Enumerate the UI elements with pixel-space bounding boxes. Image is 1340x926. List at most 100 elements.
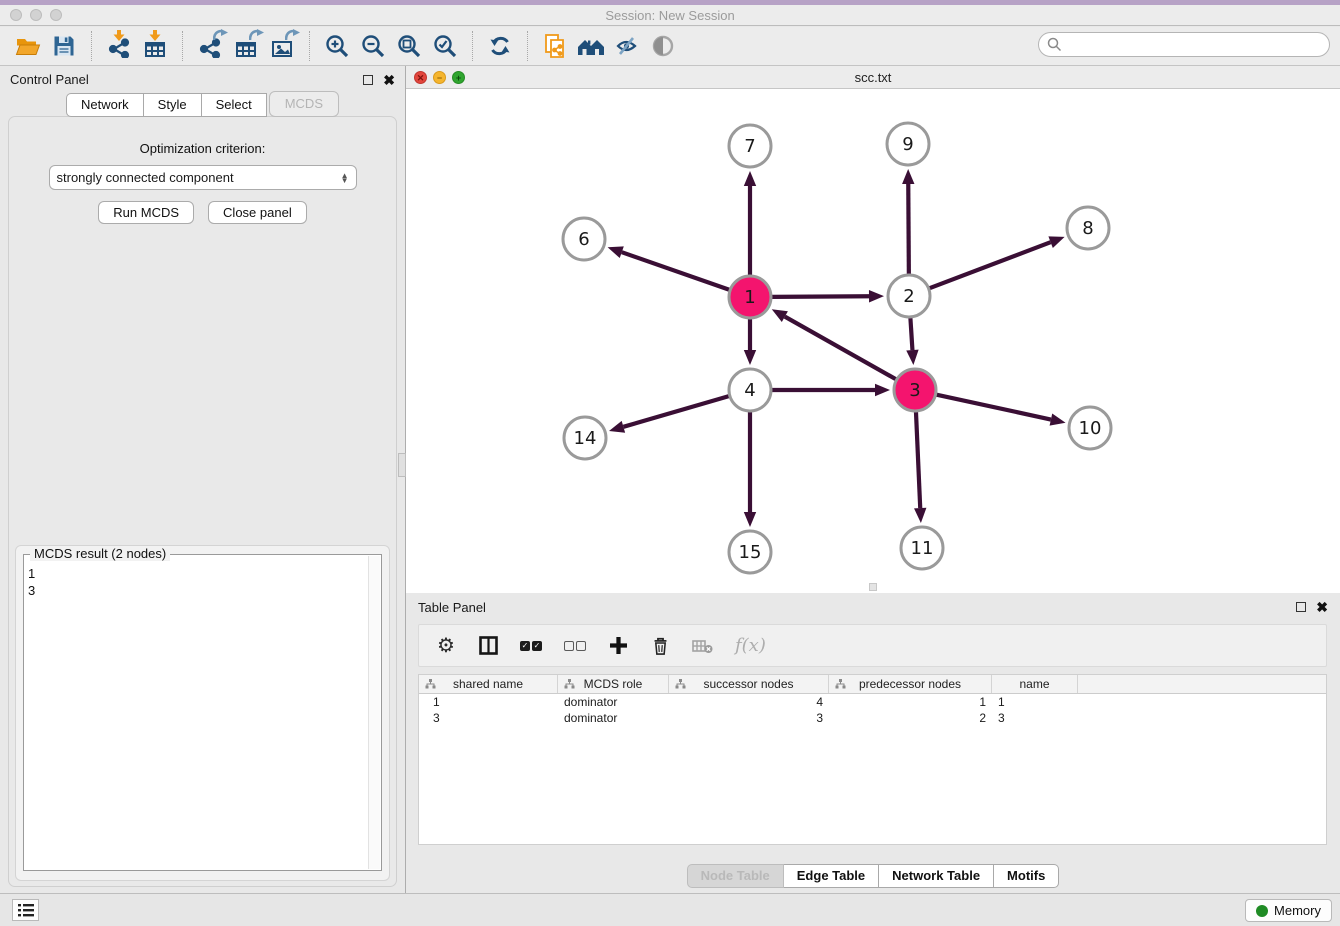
search-input[interactable] (1067, 37, 1329, 52)
cell-name[interactable]: 3 (992, 710, 1078, 726)
toolbar-separator (182, 31, 183, 61)
float-table-panel-icon[interactable] (1296, 602, 1306, 612)
export-arrow-glyph (285, 29, 300, 41)
column-header-successor-nodes[interactable]: successor nodes (669, 675, 829, 693)
column-header-name[interactable]: name (992, 675, 1078, 693)
magnifier-plus-glyph (324, 33, 350, 59)
tab-mcds[interactable]: MCDS (269, 91, 339, 117)
cell-successor-nodes[interactable]: 3 (669, 710, 829, 726)
cell-shared-name[interactable]: 1 (419, 694, 558, 710)
export-network-icon[interactable] (192, 30, 228, 62)
optimization-criterion-select[interactable]: strongly connected component ▲▼ (49, 165, 357, 190)
tab-select[interactable]: Select (202, 93, 267, 117)
export-arrow-glyph (213, 29, 228, 41)
column-label: shared name (453, 677, 523, 691)
add-row-icon[interactable] (608, 634, 628, 658)
export-arrow-glyph (249, 29, 264, 41)
edge-3-10[interactable] (936, 395, 1050, 420)
tab-node-table[interactable]: Node Table (687, 864, 784, 888)
network-traffic-lights[interactable]: ✕ − + (414, 71, 465, 84)
float-panel-icon[interactable] (363, 75, 373, 85)
close-table-panel-icon[interactable]: ✖ (1316, 602, 1328, 612)
zoom-out-icon[interactable] (355, 30, 391, 62)
network-graph[interactable]: 7968124314101511 (406, 89, 1340, 593)
table-panel: Table Panel ✖ ⚙ ✓✓ (406, 593, 1340, 893)
network-minimize-button[interactable]: − (433, 71, 446, 84)
network-view-window: ✕ − + scc.txt 7968124314101511 (406, 66, 1340, 593)
arrowhead-1-7 (744, 171, 756, 186)
mcds-result-box: MCDS result (2 nodes) 1 3 (23, 554, 382, 871)
settings-gear-icon[interactable]: ⚙ (436, 634, 456, 658)
column-header-shared-name[interactable]: shared name (419, 675, 558, 693)
node-table[interactable]: shared name MCDS rolesuccessor nodes prede… (418, 674, 1327, 845)
graph-node-label-14: 14 (574, 428, 597, 449)
edge-2-9[interactable] (908, 184, 909, 274)
tab-network-table[interactable]: Network Table (879, 864, 994, 888)
import-table-icon[interactable] (137, 30, 173, 62)
column-header-predecessor-nodes[interactable]: predecessor nodes (829, 675, 992, 693)
close-panel-icon[interactable]: ✖ (383, 75, 395, 85)
table-row-1[interactable]: 1dominator411 (419, 694, 1326, 710)
function-builder-icon: f(x) (735, 634, 766, 658)
refresh-layout-icon[interactable] (482, 30, 518, 62)
delete-row-icon[interactable] (650, 634, 670, 658)
hide-panel-icon[interactable] (609, 30, 645, 62)
edge-3-1[interactable] (785, 317, 896, 380)
result-scrollbar[interactable] (368, 556, 380, 869)
tab-edge-table[interactable]: Edge Table (784, 864, 879, 888)
cell-predecessor-nodes[interactable]: 1 (829, 694, 992, 710)
column-chooser-icon[interactable] (478, 634, 498, 658)
cell-MCDS-role[interactable]: dominator (558, 710, 669, 726)
network-canvas[interactable]: 7968124314101511 (406, 89, 1340, 593)
cell-successor-nodes[interactable]: 4 (669, 694, 829, 710)
edge-3-11[interactable] (916, 412, 920, 508)
zoom-fit-icon[interactable] (391, 30, 427, 62)
cell-predecessor-nodes[interactable]: 2 (829, 710, 992, 726)
open-folder-icon[interactable] (10, 30, 46, 62)
import-network-icon[interactable] (101, 30, 137, 62)
zoom-selected-icon[interactable] (427, 30, 463, 62)
eye-icon[interactable] (645, 30, 681, 62)
canvas-resize-grip[interactable] (869, 583, 877, 591)
close-panel-button[interactable]: Close panel (208, 201, 307, 224)
zoom-in-icon[interactable] (319, 30, 355, 62)
save-session-icon[interactable] (46, 30, 82, 62)
mcds-result-text[interactable]: 1 3 (28, 558, 367, 868)
export-image-icon[interactable] (264, 30, 300, 62)
refresh-glyph (487, 33, 513, 59)
unselect-all-icon[interactable] (564, 634, 586, 658)
tab-motifs[interactable]: Motifs (994, 864, 1059, 888)
run-mcds-button[interactable]: Run MCDS (98, 201, 194, 224)
delete-column-icon (692, 634, 713, 658)
toolbar-search[interactable] (1038, 32, 1330, 57)
cell-shared-name[interactable]: 3 (419, 710, 558, 726)
task-history-button[interactable] (12, 899, 39, 921)
mcds-result-wrap: MCDS result (2 nodes) 1 3 (15, 545, 390, 881)
arrowhead-4-3 (875, 384, 890, 396)
tab-style[interactable]: Style (144, 93, 202, 117)
panel-divider-handle[interactable] (398, 453, 406, 477)
graph-node-label-10: 10 (1079, 418, 1102, 439)
tab-network[interactable]: Network (66, 93, 144, 117)
network-maximize-button[interactable]: + (452, 71, 465, 84)
column-header-MCDS-role[interactable]: MCDS role (558, 675, 669, 693)
table-bottom-strip (418, 846, 1327, 862)
edge-1-6[interactable] (622, 252, 729, 290)
edge-2-8[interactable] (930, 242, 1051, 288)
network-close-button[interactable]: ✕ (414, 71, 427, 84)
column-label: predecessor nodes (859, 677, 961, 691)
home-icon[interactable] (573, 30, 609, 62)
edge-4-14[interactable] (623, 396, 728, 427)
cell-MCDS-role[interactable]: dominator (558, 694, 669, 710)
control-panel-tabs: NetworkStyleSelectMCDS (0, 93, 405, 117)
memory-button[interactable]: Memory (1245, 899, 1332, 922)
memory-label: Memory (1274, 903, 1321, 918)
edge-2-3[interactable] (910, 318, 912, 350)
export-table-icon[interactable] (228, 30, 264, 62)
graph-node-label-1: 1 (744, 287, 755, 308)
duplicate-network-icon[interactable] (537, 30, 573, 62)
select-all-icon[interactable]: ✓✓ (520, 634, 542, 658)
table-row-2[interactable]: 3dominator323 (419, 710, 1326, 726)
edge-1-2[interactable] (772, 296, 869, 297)
cell-name[interactable]: 1 (992, 694, 1078, 710)
